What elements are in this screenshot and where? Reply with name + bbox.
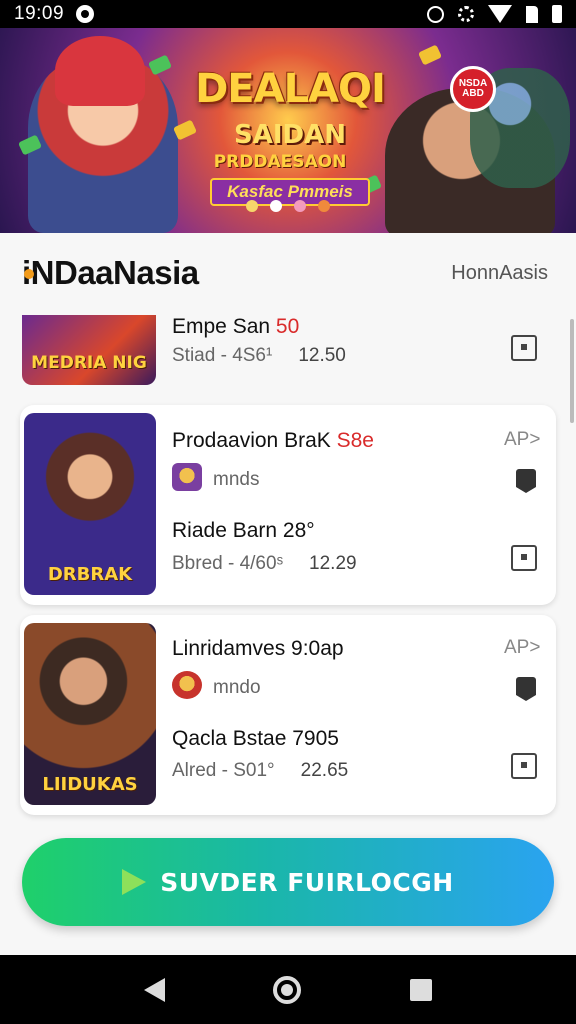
item-title-accent: S8e <box>336 429 374 452</box>
alarm-icon <box>427 5 444 23</box>
item-meta-prefix: Bbred - 4/60ˢ <box>172 553 284 574</box>
banner-line2: PRDDAESAON <box>213 152 347 172</box>
item-title-accent: 50 <box>275 315 300 338</box>
carousel-dot[interactable] <box>246 200 258 212</box>
thumbnail-label: LIIDUKAS <box>42 774 138 795</box>
brand-title: iNDaaNasia <box>22 254 199 291</box>
list-item[interactable]: LIIDUKAS Linridamves 9:0ap AP> mndo Qacl… <box>20 615 556 815</box>
item-meta-value: 12.50 <box>298 345 346 366</box>
coin-icon <box>417 44 443 66</box>
battery-icon <box>552 5 562 23</box>
item-title2: Qacla Bstae 7905 <box>172 727 339 750</box>
item-meta: Stiad - 4S6¹ 12.50 <box>172 345 346 367</box>
scrollbar[interactable] <box>570 319 574 423</box>
status-time: 19:09 <box>14 3 65 24</box>
item-meta: Bbred - 4/60ˢ 12.29 <box>172 553 357 575</box>
item-meta-prefix: Stiad - 4S6¹ <box>172 345 273 366</box>
item-title2: Riade Barn 28° <box>172 519 315 542</box>
item-title-text: Prodaavion BraK <box>172 429 331 452</box>
notification-icon <box>76 5 95 23</box>
main-content: iNDaaNasia HonnAasis MEDRIA NIG Empe San… <box>0 233 576 955</box>
back-icon[interactable] <box>144 977 166 1002</box>
cta-button[interactable]: SUVDER FUIRLOCGH <box>22 838 554 926</box>
app-tag[interactable]: AP> <box>504 429 540 451</box>
carousel-dots <box>0 200 576 212</box>
coin-icon <box>147 54 173 76</box>
save-icon[interactable] <box>511 335 537 361</box>
thumbnail-label: MEDRIA NIG <box>31 353 147 373</box>
carousel-dot-active[interactable] <box>270 200 282 212</box>
list-item[interactable]: MEDRIA NIG Empe San 50 Stiad - 4S6¹ 12.50 <box>20 315 556 391</box>
game-mini-icon <box>172 671 202 699</box>
status-bar: 19:09 <box>0 0 576 28</box>
item-title: Empe San 50 <box>172 315 299 339</box>
item-meta-value: 22.65 <box>300 760 349 781</box>
settings-icon <box>458 6 474 22</box>
banner-badge: NSDA ABD <box>450 66 496 112</box>
item-meta-prefix: Alred - S01° <box>172 760 275 781</box>
item-title-text: Empe San <box>172 315 271 338</box>
save-icon[interactable] <box>511 753 537 779</box>
header-link[interactable]: HonnAasis <box>451 262 548 285</box>
home-icon[interactable] <box>273 975 302 1004</box>
play-icon <box>122 869 147 895</box>
save-icon[interactable] <box>511 545 537 571</box>
cta-label: SUVDER FUIRLOCGH <box>160 867 454 897</box>
brand-dot <box>24 269 34 279</box>
app-tag[interactable]: AP> <box>504 637 540 659</box>
item-sub: mnds <box>213 469 260 490</box>
status-icons <box>427 5 562 23</box>
carousel-dot[interactable] <box>294 200 306 212</box>
game-thumbnail: LIIDUKAS <box>24 623 156 805</box>
recents-icon[interactable] <box>409 978 432 1001</box>
hero-hat <box>55 36 145 106</box>
promo-banner[interactable]: DEALAQI SAIDAN PRDDAESAON Kasfac Pmmeis … <box>0 28 576 233</box>
item-title: Linridamves 9:0ap <box>172 637 344 661</box>
game-thumbnail: MEDRIA NIG <box>22 315 156 385</box>
system-nav-bar <box>0 955 576 1024</box>
bookmark-icon[interactable] <box>516 677 536 701</box>
wifi-icon <box>488 5 512 23</box>
item-meta: Alred - S01° 22.65 <box>172 760 348 782</box>
bookmark-icon[interactable] <box>516 469 536 493</box>
item-title: Prodaavion BraK S8e <box>172 429 374 453</box>
carousel-dot[interactable] <box>318 200 330 212</box>
game-thumbnail: DRBRAK <box>24 413 156 595</box>
thumbnail-label: DRBRAK <box>47 564 133 585</box>
item-title-text: Linridamves 9:0ap <box>172 637 344 660</box>
item-sub: mndo <box>213 677 261 698</box>
item-meta-value: 12.29 <box>309 553 357 574</box>
section-header: iNDaaNasia HonnAasis <box>22 253 562 293</box>
banner-title: DEALAQI <box>195 66 386 112</box>
game-mini-icon <box>172 463 202 491</box>
banner-line1: SAIDAN <box>234 120 346 150</box>
list-item[interactable]: DRBRAK Prodaavion BraK S8e AP> mnds Riad… <box>20 405 556 605</box>
signal-icon <box>526 5 538 23</box>
